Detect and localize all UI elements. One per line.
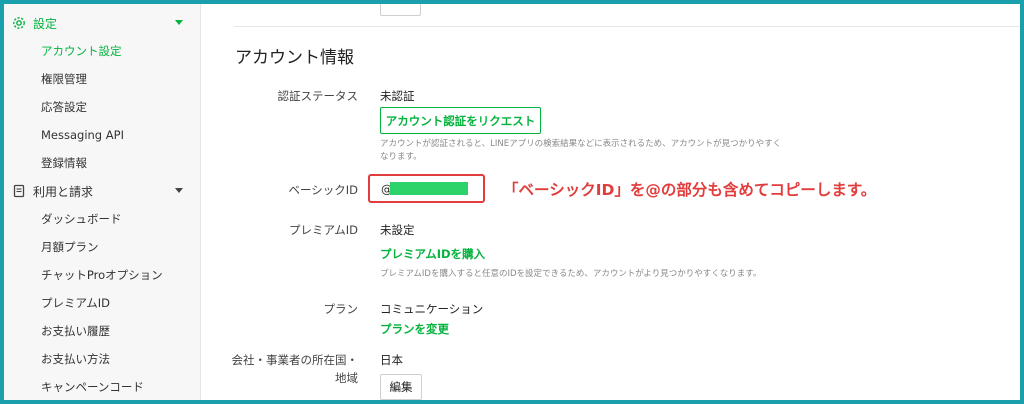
edit-country-button[interactable]: 編集 [380, 374, 422, 400]
chevron-down-icon [175, 188, 183, 193]
verification-note-line1: アカウントが認証されると、LINEアプリの検索結果などに表示されるため、アカウン… [380, 139, 782, 149]
premium-id-label: プレミアムID [289, 223, 358, 237]
plan-value: コミュニケーション [380, 302, 484, 316]
basic-id-label: ベーシックID [288, 183, 358, 197]
edit-button-cut-off[interactable] [380, 4, 421, 16]
chevron-down-icon [175, 20, 183, 25]
sidebar-item-registration-info[interactable]: 登録情報 [41, 150, 87, 176]
sidebar-item-messaging-api[interactable]: Messaging API [41, 122, 124, 148]
premium-id-value: 未設定 [380, 223, 415, 237]
sidebar-item-permissions[interactable]: 権限管理 [41, 66, 87, 92]
verification-status-label: 認証ステータス [277, 89, 359, 103]
sidebar-item-dashboard[interactable]: ダッシュボード [41, 206, 122, 232]
request-verification-button[interactable]: アカウント認証をリクエスト [380, 107, 541, 134]
copy-instruction-annotation: 「ベーシックID」を@の部分も含めてコピーします。 [503, 181, 877, 199]
premium-id-note: プレミアムIDを購入すると任意のIDを設定できるため、アカウントがより見つかりや… [380, 269, 762, 279]
country-label-line1: 会社・事業者の所在国・ [231, 353, 359, 367]
verification-note-line2: なります。 [380, 152, 422, 162]
sidebar-section-label: 設定 [33, 16, 58, 31]
section-divider [234, 26, 1020, 27]
page-title: アカウント情報 [235, 48, 354, 68]
main-content: アカウント情報 認証ステータス 未認証 アカウント認証をリクエスト アカウントが… [201, 4, 1020, 400]
buy-premium-id-link[interactable]: プレミアムIDを購入 [380, 246, 485, 262]
sidebar-item-response-settings[interactable]: 応答設定 [41, 94, 87, 120]
gear-icon [12, 16, 26, 30]
document-icon [12, 184, 26, 198]
country-label-line2: 地域 [335, 371, 358, 385]
sidebar-item-premium-id[interactable]: プレミアムID [41, 290, 110, 316]
sidebar: 設定 アカウント設定 権限管理 応答設定 Messaging API 登録情報 … [4, 4, 201, 400]
sidebar-item-monthly-plan[interactable]: 月額プラン [41, 234, 99, 260]
verification-status-value: 未認証 [380, 89, 415, 103]
country-value: 日本 [380, 353, 403, 367]
sidebar-item-payment-history[interactable]: お支払い履歴 [41, 318, 110, 344]
change-plan-link[interactable]: プランを変更 [380, 321, 449, 337]
sidebar-item-account-settings[interactable]: アカウント設定 [41, 38, 122, 64]
sidebar-section-label: 利用と請求 [33, 184, 94, 199]
sidebar-item-payment-method[interactable]: お支払い方法 [41, 346, 110, 372]
sidebar-section-billing[interactable]: 利用と請求 [4, 177, 201, 205]
sidebar-section-settings[interactable]: 設定 [4, 9, 201, 37]
basic-id-redacted-value [390, 182, 468, 195]
plan-label: プラン [323, 302, 359, 316]
sidebar-item-campaign-code[interactable]: キャンペーンコード [41, 374, 144, 400]
sidebar-item-chat-pro-option[interactable]: チャットProオプション [41, 262, 163, 288]
